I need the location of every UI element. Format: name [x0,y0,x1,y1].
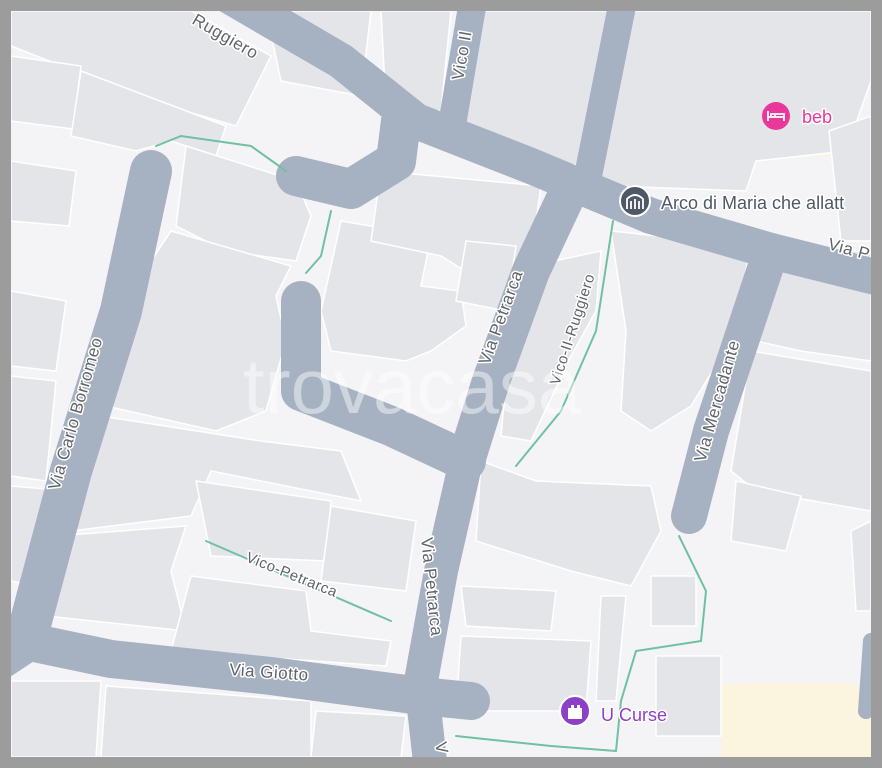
poi-label-arco-di-maria: Arco di Maria che allatt [661,193,844,213]
highlight-area-southeast [721,684,871,757]
poi-label-u-curse: U Curse [601,705,667,725]
map-view[interactable]: Ruggiero Vico Il Via Petrarca Vico-II-Ru… [11,11,871,757]
map-canvas[interactable]: Ruggiero Vico Il Via Petrarca Vico-II-Ru… [11,11,871,757]
road-east-stub [858,633,871,719]
poi-label-beb: beb [802,107,832,127]
watermark-logo: trovacasa [243,342,582,430]
bed-icon [762,102,790,130]
